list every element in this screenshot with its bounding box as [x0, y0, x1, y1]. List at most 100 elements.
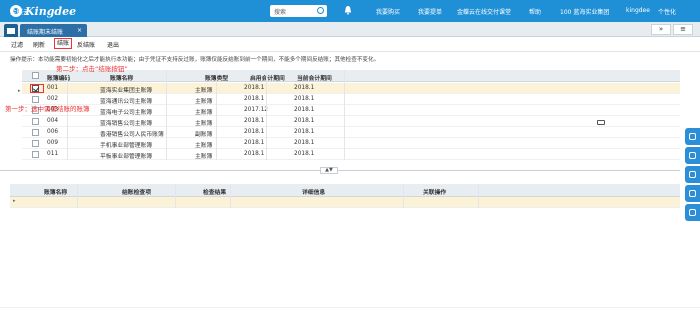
cell-type: 副账簿	[195, 132, 213, 138]
row-checkbox[interactable]	[32, 140, 39, 147]
cell-code: 009	[47, 140, 59, 146]
nav-org[interactable]: 100 蓝海实业集团	[560, 7, 609, 16]
column-divider	[478, 184, 479, 208]
table-row[interactable]: 011 平板事业部管理账簿 主账簿 2018.1 2018.1	[22, 149, 680, 160]
collapse-toggle-icon[interactable]: ▲▼	[320, 167, 338, 174]
step1-callout: 第一步：选中需要结账的账簿	[5, 105, 90, 113]
search-placeholder: 搜索	[274, 9, 287, 16]
home-icon[interactable]	[4, 24, 18, 37]
filter-button[interactable]: 过滤	[11, 40, 23, 49]
cell-current: 2018.1	[294, 151, 315, 157]
cell-start: 2018.1	[244, 85, 265, 91]
side-cloud-button[interactable]	[685, 166, 700, 183]
col-current-period: 当前会计期间	[297, 76, 332, 82]
brand-sub: 金蝶云	[10, 8, 30, 16]
brand-name: Kingdee	[25, 4, 77, 18]
nav-buy[interactable]: 我要购买	[376, 7, 400, 16]
close-icon[interactable]: ×	[77, 27, 82, 34]
tab-label: 结账期末结账	[27, 29, 64, 36]
col-related-action: 关联操作	[423, 190, 447, 196]
splitter[interactable]: ▲▼	[0, 167, 680, 174]
row-checkbox[interactable]	[32, 96, 39, 103]
cell-start: 2018.1	[244, 96, 265, 102]
headset-icon	[689, 133, 696, 140]
cell-type: 主账簿	[195, 110, 213, 116]
cell-current: 2018.1	[294, 107, 315, 113]
nav-personalize[interactable]: 个性化	[658, 7, 676, 16]
table-row[interactable]: 001 蓝海实业集团主账簿 主账簿 2018.1 2018.1	[22, 83, 680, 94]
top-bar: Kingdee 金蝶云 搜索 我要购买 我要提单 金蝶云在线交付课堂 帮助 10…	[0, 0, 700, 22]
nav-help[interactable]: 帮助	[529, 7, 541, 16]
col-ledger-name: 账簿名称	[44, 190, 68, 196]
column-divider	[166, 70, 167, 160]
menu-icon[interactable]: ≡	[673, 24, 693, 35]
cell-name: 平板事业部管理账簿	[100, 154, 153, 160]
cell-type: 主账簿	[195, 143, 213, 149]
side-support-button[interactable]	[685, 128, 700, 145]
table-row[interactable]: 004 蓝海销售公司主账簿 主账簿 2018.1 2018.1	[22, 116, 680, 127]
row-checkbox[interactable]	[32, 151, 39, 158]
table-row[interactable]: ▸	[10, 197, 680, 208]
bell-icon[interactable]	[344, 5, 352, 15]
row-checkbox[interactable]	[32, 129, 39, 136]
close-period-button[interactable]: 结账	[54, 38, 73, 49]
operation-hint: 操作提示：本功能需要初始化之后才能执行本功能；由于凭证不支持反过账，账簿仅能反结…	[10, 57, 380, 63]
nav-ticket[interactable]: 我要提单	[418, 7, 442, 16]
cell-current: 2018.1	[294, 129, 315, 135]
cell-type: 主账簿	[195, 99, 213, 105]
cell-current: 2018.1	[294, 140, 315, 146]
edit-icon	[689, 152, 696, 159]
col-detail: 详细信息	[302, 190, 326, 196]
cell-name: 手机事业部管理账簿	[100, 143, 153, 149]
step2-callout: 第二步：点击“结账按钮”	[56, 65, 128, 73]
cell-start: 2017.12	[244, 107, 268, 113]
column-divider	[344, 70, 345, 160]
splitter-line	[0, 170, 680, 171]
tab-strip: 结账期末结账 × » ≡	[0, 22, 700, 37]
cell-code: 002	[47, 96, 59, 102]
cell-name: 蓝海销售公司主账簿	[100, 121, 153, 127]
cell-current: 2018.1	[294, 96, 315, 102]
refresh-button[interactable]: 刷新	[33, 40, 45, 49]
table-row[interactable]: 003 蓝海电子公司主账簿 主账簿 2017.12 2018.1	[22, 105, 680, 116]
search-input[interactable]: 搜索	[270, 5, 327, 17]
chat-icon	[689, 190, 696, 197]
cell-start: 2018.1	[244, 118, 265, 124]
exit-button[interactable]: 退出	[107, 40, 119, 49]
cell-current: 2018.1	[294, 118, 315, 124]
cell-name: 蓝海实业集团主账簿	[100, 88, 153, 94]
select-all-checkbox[interactable]	[32, 72, 39, 79]
nav-user[interactable]: kingdee	[626, 7, 650, 14]
cell-type: 主账簿	[195, 88, 213, 94]
check-panel-header: 账簿名称 结账检查项 检查结果 详细信息 关联操作	[10, 184, 680, 197]
cell-code: 011	[47, 151, 59, 157]
tab-period-close[interactable]: 结账期末结账 ×	[20, 24, 87, 37]
column-divider	[67, 70, 68, 160]
side-edit-button[interactable]	[685, 147, 700, 164]
cell-code: 006	[47, 129, 59, 135]
cell-name: 蓝海电子公司主账簿	[100, 110, 153, 116]
document-icon	[689, 209, 696, 216]
column-divider	[266, 70, 267, 160]
table-row[interactable]: 002 蓝海通讯公司主账簿 主账簿 2018.1 2018.1	[22, 94, 680, 105]
side-chat-button[interactable]	[685, 185, 700, 202]
cell-start: 2018.1	[244, 129, 265, 135]
row-checkbox[interactable]	[32, 118, 39, 125]
table-row[interactable]: 009 手机事业部管理账簿 主账簿 2018.1 2018.1	[22, 138, 680, 149]
row-indicator-icon: ▸	[13, 198, 16, 204]
cell-start: 2018.1	[244, 151, 265, 157]
cursor-icon	[597, 120, 605, 125]
cell-name: 香港销售公司人民币账簿	[100, 132, 164, 138]
column-divider	[77, 184, 78, 208]
col-name: 账簿名称	[110, 76, 134, 82]
cell-type: 主账簿	[195, 121, 213, 127]
side-doc-button[interactable]	[685, 204, 700, 221]
nav-classroom[interactable]: 金蝶云在线交付课堂	[457, 7, 511, 16]
col-start-period: 启用会计期间	[250, 76, 285, 82]
tab-overflow-icon[interactable]: »	[651, 24, 671, 35]
column-divider	[403, 184, 404, 208]
row-indicator-icon: ▸	[18, 88, 21, 94]
table-row[interactable]: 006 香港销售公司人民币账簿 副账簿 2018.1 2018.1	[22, 127, 680, 138]
reverse-close-button[interactable]: 反结账	[77, 40, 95, 49]
search-icon[interactable]	[317, 7, 324, 14]
